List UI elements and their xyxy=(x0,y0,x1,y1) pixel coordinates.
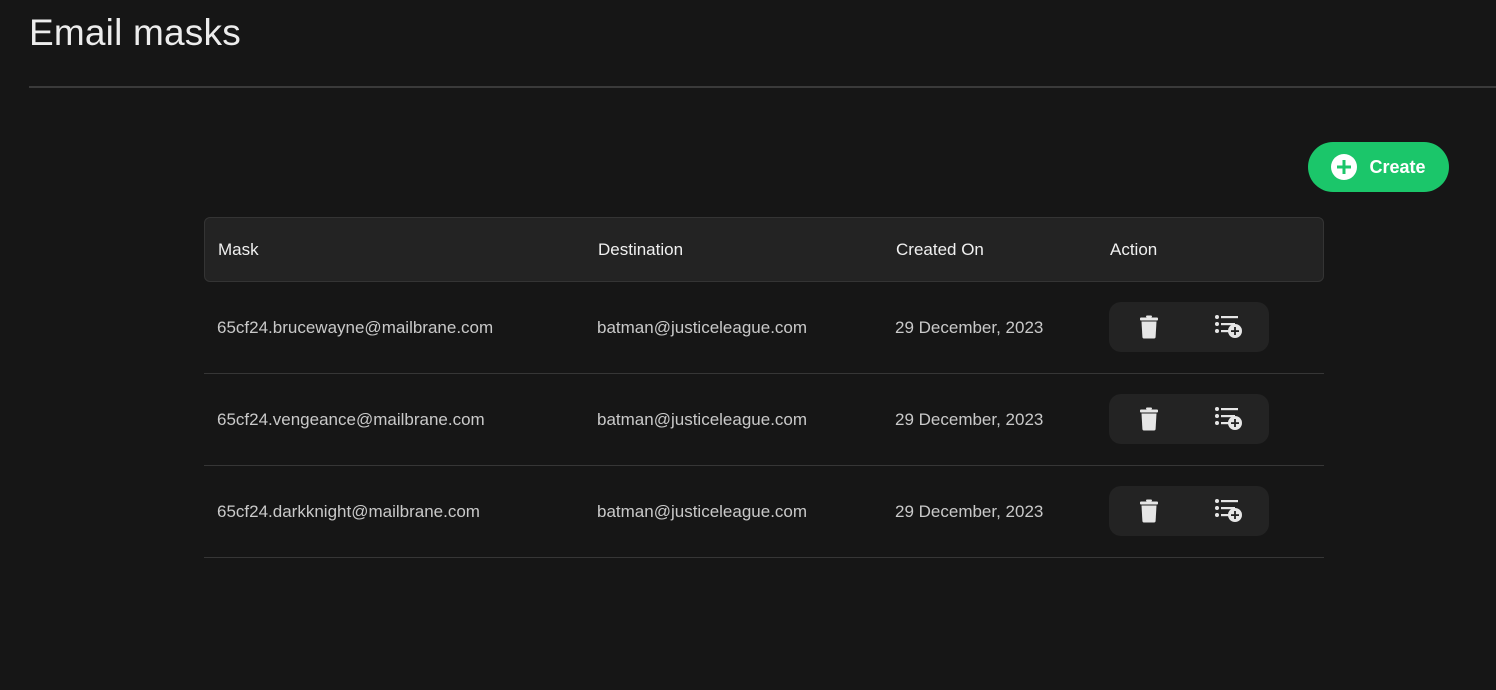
plus-circle-icon xyxy=(1331,154,1358,180)
list-add-icon xyxy=(1215,315,1242,338)
add-to-list-button[interactable] xyxy=(1199,394,1259,444)
delete-button[interactable] xyxy=(1119,394,1179,444)
create-button[interactable]: Create xyxy=(1308,142,1449,192)
email-masks-table: Mask Destination Created On Action 65cf2… xyxy=(204,217,1324,558)
table-row: 65cf24.darkknight@mailbrane.com batman@j… xyxy=(204,466,1324,558)
page-title: Email masks xyxy=(29,12,241,53)
list-add-icon xyxy=(1215,499,1242,522)
list-add-icon xyxy=(1215,407,1242,430)
mask-cell: 65cf24.vengeance@mailbrane.com xyxy=(217,410,485,429)
created-on-cell: 29 December, 2023 xyxy=(895,502,1044,521)
created-on-cell: 29 December, 2023 xyxy=(895,318,1044,337)
column-header-created-on: Created On xyxy=(896,240,984,259)
mask-cell: 65cf24.darkknight@mailbrane.com xyxy=(217,502,480,521)
column-header-mask: Mask xyxy=(218,240,259,259)
trash-icon xyxy=(1140,315,1158,339)
create-button-label: Create xyxy=(1369,156,1426,177)
table-row: 65cf24.brucewayne@mailbrane.com batman@j… xyxy=(204,282,1324,374)
title-divider xyxy=(29,86,1496,88)
mask-cell: 65cf24.brucewayne@mailbrane.com xyxy=(217,318,494,337)
trash-icon xyxy=(1140,499,1158,523)
delete-button[interactable] xyxy=(1119,486,1179,536)
table-header: Mask Destination Created On Action xyxy=(204,217,1324,282)
action-group xyxy=(1109,302,1269,352)
action-group xyxy=(1109,486,1269,536)
delete-button[interactable] xyxy=(1119,302,1179,352)
destination-cell: batman@justiceleague.com xyxy=(597,410,808,429)
add-to-list-button[interactable] xyxy=(1199,486,1259,536)
column-header-destination: Destination xyxy=(598,240,684,259)
created-on-cell: 29 December, 2023 xyxy=(895,410,1044,429)
trash-icon xyxy=(1140,407,1158,431)
column-header-action: Action xyxy=(1110,240,1158,259)
destination-cell: batman@justiceleague.com xyxy=(597,318,808,337)
destination-cell: batman@justiceleague.com xyxy=(597,502,808,521)
action-group xyxy=(1109,394,1269,444)
table-row: 65cf24.vengeance@mailbrane.com batman@ju… xyxy=(204,374,1324,466)
add-to-list-button[interactable] xyxy=(1199,302,1259,352)
